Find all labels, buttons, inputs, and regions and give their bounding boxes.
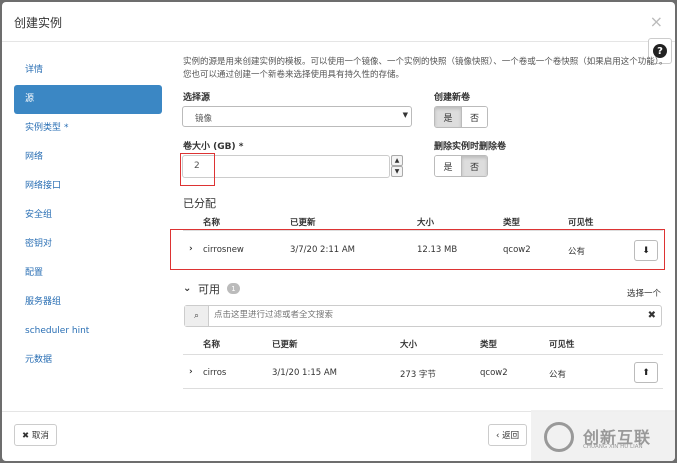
watermark-logo-icon [544,422,574,452]
nav-label: 安全组 [25,210,53,220]
nav-item-key-pair[interactable]: 密钥对 [14,230,162,259]
caret-down-icon: ▼ [402,111,408,119]
nav-item-metadata[interactable]: 元数据 [14,346,162,375]
select-source-value: 镜像 [195,114,213,124]
available-row-size: 273 字节 [400,370,436,380]
nav-label: 网络接口 [25,181,62,191]
select-source-label: 选择源 [183,93,211,103]
watermark: 创新互联 CHUANG XIN HU LIAN [531,410,675,461]
nav-item-networks[interactable]: 网络 [14,143,162,172]
chevron-right-icon[interactable]: › [189,244,193,254]
allocate-button[interactable]: ⬆ [634,362,658,383]
available-row-name: cirros [203,368,227,378]
delete-volume-no-button[interactable]: 否 [461,156,487,176]
available-header-visibility: 可见性 [549,340,575,350]
available-header-size: 大小 [400,340,418,350]
volume-size-stepper: ▲ ▼ [391,155,403,178]
chevron-down-icon[interactable]: ⌄ [183,283,191,294]
choose-one-hint: 选择一个 [627,289,662,299]
stepper-up-icon[interactable]: ▲ [391,155,403,166]
allocated-header-size: 大小 [417,218,435,228]
nav-item-configuration[interactable]: 配置 [14,259,162,288]
available-search: ⌕ ✖ [184,305,662,327]
nav-item-security-groups[interactable]: 安全组 [14,201,162,230]
delete-on-terminate-toggle: 是 否 [434,155,488,177]
back-button[interactable]: ‹ 返回 [488,424,528,446]
available-row-visibility: 公有 [549,370,567,380]
create-new-volume-toggle: 是 否 [434,106,488,128]
volume-size-label: 卷大小 (GB) * [183,139,243,152]
create-volume-no-button[interactable]: 否 [461,107,487,127]
nav-label: scheduler hint [25,326,90,336]
create-new-volume-label: 创建新卷 [434,93,471,103]
deallocate-button[interactable]: ⬇ [634,240,658,261]
search-icon: ⌕ [185,306,209,326]
allocated-row-visibility: 公有 [568,247,586,257]
create-volume-yes-button[interactable]: 是 [435,107,461,127]
nav-label: 配置 [25,268,44,278]
nav-item-flavor[interactable]: 实例类型 * [14,114,162,143]
nav-label: 源 [25,94,35,104]
cancel-button[interactable]: ✖ 取消 [14,424,57,446]
available-count-badge: 1 [227,283,240,294]
nav-label: 实例类型 [25,123,62,133]
allocated-row-updated: 3/7/20 2:11 AM [290,245,355,255]
nav-item-scheduler-hint[interactable]: scheduler hint [14,317,162,346]
available-header-updated: 已更新 [272,340,298,350]
available-title[interactable]: 可用 [198,281,220,297]
arrow-down-icon: ⬇ [642,245,650,256]
highlight-box-volume [180,153,215,186]
dialog-header: 创建实例 × [2,2,675,42]
clear-icon[interactable]: ✖ [648,310,656,321]
required-asterisk: * [64,123,69,133]
nav-item-network-ports[interactable]: 网络接口 [14,172,162,201]
allocated-row-size: 12.13 MB [417,245,458,255]
available-row-type: qcow2 [480,368,508,378]
nav-item-server-groups[interactable]: 服务器组 [14,288,162,317]
allocated-header-type: 类型 [503,218,521,228]
nav-label: 服务器组 [25,297,62,307]
nav-label: 密钥对 [25,239,53,249]
source-description: 实例的源是用来创建实例的模板。可以使用一个镜像、一个实例的快照（镜像快照）、一个… [183,57,668,80]
available-header-type: 类型 [480,340,498,350]
available-row-updated: 3/1/20 1:15 AM [272,368,337,378]
allocated-header-visibility: 可见性 [568,218,594,228]
select-source-dropdown[interactable]: 镜像 ▼ [182,106,412,127]
close-icon[interactable]: × [650,12,663,31]
nav-label: 网络 [25,152,44,162]
available-header-name: 名称 [203,340,221,350]
dialog-title: 创建实例 [14,16,63,30]
volume-size-label-text: 卷大小 (GB) [183,142,236,152]
table-divider [183,388,663,389]
delete-on-terminate-label: 删除实例时删除卷 [434,142,507,152]
arrow-up-icon: ⬆ [642,367,650,378]
chevron-right-icon[interactable]: › [189,367,193,377]
create-instance-dialog: 创建实例 × ? 详情 源 实例类型 * 网络 网络接口 安全组 密钥对 配置 服… [2,2,675,461]
delete-volume-yes-button[interactable]: 是 [435,156,461,176]
table-divider [183,354,663,355]
nav-item-source[interactable]: 源 [14,85,162,114]
allocated-header-updated: 已更新 [290,218,316,228]
wizard-nav: 详情 源 实例类型 * 网络 网络接口 安全组 密钥对 配置 服务器组 sched… [14,56,162,375]
required-asterisk: * [238,142,244,152]
stepper-down-icon[interactable]: ▼ [391,166,403,177]
allocated-header-name: 名称 [203,218,221,228]
search-input[interactable] [214,310,614,320]
allocated-row-type: qcow2 [503,245,531,255]
allocated-row-name: cirrosnew [203,245,244,255]
allocated-title: 已分配 [183,197,216,210]
nav-item-details[interactable]: 详情 [14,56,162,85]
nav-label: 元数据 [25,355,53,365]
nav-label: 详情 [25,65,44,75]
watermark-subtext: CHUANG XIN HU LIAN [583,444,643,450]
